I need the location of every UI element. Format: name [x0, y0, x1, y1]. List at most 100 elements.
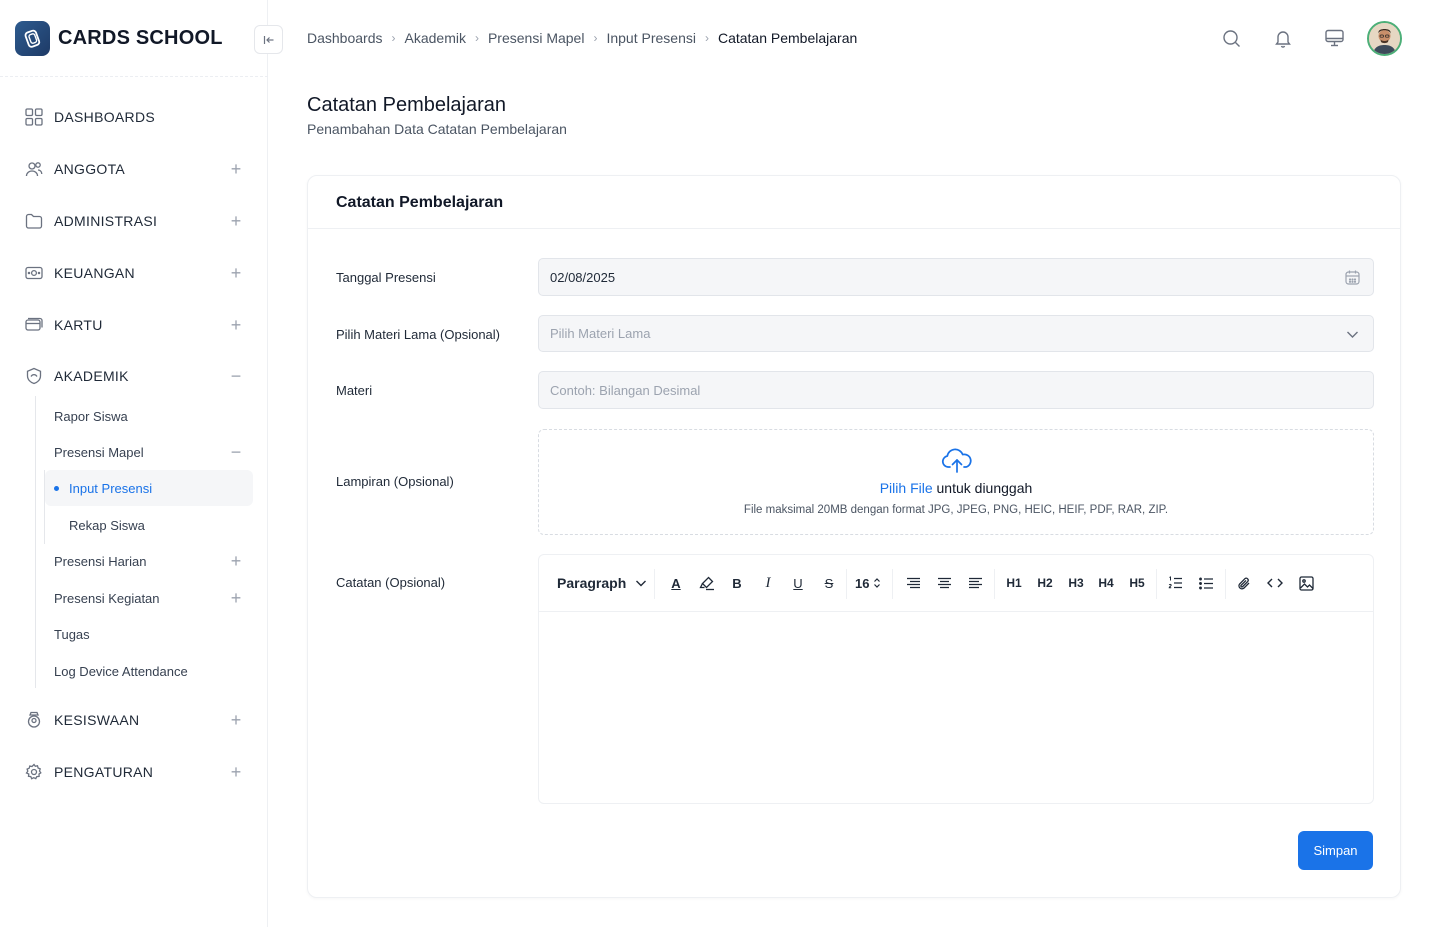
paragraph-select[interactable]: Paragraph [557, 573, 647, 593]
expand-icon[interactable]: + [228, 711, 244, 729]
editor-content-area[interactable] [539, 612, 1373, 803]
attach-link-button[interactable] [1235, 573, 1253, 593]
sidebar-item-anggota[interactable]: ANGGOTA + [24, 157, 246, 181]
chevron-right-icon: › [391, 31, 396, 45]
bold-button[interactable]: B [730, 573, 744, 593]
sidebar-subitem-label: Tugas [54, 626, 90, 642]
brand-divider [0, 76, 268, 77]
lampiran-label: Lampiran (Opsional) [336, 474, 454, 489]
breadcrumb-item[interactable]: Input Presensi [606, 30, 696, 46]
align-left-button[interactable] [904, 573, 922, 593]
sidebar-item-administrasi[interactable]: ADMINISTRASI + [24, 209, 246, 233]
paperclip-icon [1238, 577, 1250, 589]
bold-label: B [732, 575, 742, 591]
choose-file-link[interactable]: Pilih File [880, 480, 933, 496]
sidebar-subitem-label: Rekap Siswa [69, 517, 145, 533]
materi-input[interactable]: Contoh: Bilangan Desimal [538, 371, 1374, 409]
sidebar-subitem-rapor-siswa[interactable]: Rapor Siswa [54, 405, 246, 427]
heading-label: H5 [1129, 576, 1145, 590]
sidebar-item-kartu[interactable]: KARTU + [24, 313, 246, 337]
materi-placeholder: Contoh: Bilangan Desimal [550, 382, 701, 398]
save-button[interactable]: Simpan [1298, 831, 1373, 870]
cloud-upload-icon [941, 448, 973, 479]
breadcrumb-item[interactable]: Akademik [405, 30, 466, 46]
underline-button[interactable]: U [791, 573, 805, 593]
brand[interactable]: CARDS SCHOOL [15, 21, 223, 56]
toolbar-separator [892, 569, 893, 599]
rich-text-editor: Paragraph A B I U S 16 H1 H2 H3 H4 H5 [538, 554, 1374, 804]
form-card: Catatan Pembelajaran Tanggal Presensi 02… [307, 175, 1401, 898]
italic-button[interactable]: I [761, 573, 775, 593]
dropzone-text: Pilih File untuk diunggah [539, 480, 1373, 496]
ordered-list-button[interactable] [1166, 573, 1184, 593]
align-center-button[interactable] [935, 573, 953, 593]
sidebar-subitem-input-presensi[interactable]: Input Presensi [45, 470, 253, 506]
strikethrough-button[interactable]: S [822, 573, 836, 593]
bullet-list-button[interactable] [1197, 573, 1215, 593]
font-size-select[interactable]: 16 [855, 573, 881, 593]
sidebar-subitem-presensi-kegiatan[interactable]: Presensi Kegiatan + [54, 587, 246, 609]
expand-icon[interactable]: + [228, 264, 244, 282]
calendar-icon[interactable] [1345, 270, 1361, 286]
text-color-button[interactable]: A [668, 573, 684, 593]
sidebar-subitem-presensi-harian[interactable]: Presensi Harian + [54, 550, 246, 572]
materi-lama-select[interactable]: Pilih Materi Lama [538, 315, 1374, 352]
sidebar-item-dashboards[interactable]: DASHBOARDS [24, 105, 246, 129]
heading-label: H2 [1037, 576, 1053, 590]
expand-icon[interactable]: + [228, 160, 244, 178]
card-icon [24, 315, 44, 335]
sidebar-collapse-button[interactable] [254, 25, 283, 54]
align-right-button[interactable] [966, 573, 984, 593]
users-icon [24, 159, 44, 179]
sidebar-item-keuangan[interactable]: KEUANGAN + [24, 261, 246, 285]
sidebar-item-akademik[interactable]: AKADEMIK − [24, 364, 246, 388]
monitor-icon[interactable] [1324, 28, 1344, 48]
expand-icon[interactable]: + [228, 316, 244, 334]
highlight-button[interactable] [698, 573, 716, 593]
dropzone-text-suffix: untuk diunggah [932, 480, 1033, 496]
sidebar-item-kesiswaan[interactable]: KESISWAAN + [24, 708, 246, 732]
toolbar-separator [654, 569, 655, 599]
expand-icon[interactable]: + [228, 589, 244, 607]
sidebar-subitem-log-device-attendance[interactable]: Log Device Attendance [54, 660, 246, 682]
sidebar-subitem-label: Presensi Harian [54, 553, 147, 569]
heading-label: H4 [1098, 576, 1114, 590]
sidebar: CARDS SCHOOL DASHBOARDS ANGGOTA + ADMINI… [0, 0, 268, 927]
breadcrumb-item[interactable]: Presensi Mapel [488, 30, 585, 46]
page-title: Catatan Pembelajaran [307, 94, 507, 116]
strikethrough-label: S [824, 575, 834, 591]
heading-5-button[interactable]: H5 [1127, 573, 1147, 593]
expand-icon[interactable]: + [228, 212, 244, 230]
sidebar-subitem-rekap-siswa[interactable]: Rekap Siswa [45, 507, 253, 543]
bell-icon[interactable] [1273, 28, 1293, 48]
breadcrumb-item[interactable]: Dashboards [307, 30, 383, 46]
materi-lama-placeholder: Pilih Materi Lama [550, 326, 651, 341]
underline-label: U [793, 575, 803, 591]
avatar[interactable] [1367, 21, 1402, 56]
card-divider [308, 228, 1400, 229]
search-icon[interactable] [1221, 28, 1241, 48]
heading-label: H3 [1068, 576, 1084, 590]
expand-icon[interactable]: + [228, 552, 244, 570]
heading-4-button[interactable]: H4 [1096, 573, 1116, 593]
collapse-icon[interactable]: − [228, 367, 244, 385]
tanggal-presensi-value: 02/08/2025 [550, 269, 616, 285]
sidebar-subitem-tugas[interactable]: Tugas [54, 623, 246, 645]
heading-3-button[interactable]: H3 [1066, 573, 1086, 593]
sidebar-subitem-presensi-mapel[interactable]: Presensi Mapel − [54, 441, 246, 463]
chevron-right-icon: › [474, 31, 479, 45]
materi-label: Materi [336, 383, 373, 398]
academic-icon [24, 366, 44, 386]
breadcrumb-current: Catatan Pembelajaran [717, 30, 858, 46]
expand-icon[interactable]: + [228, 763, 244, 781]
breadcrumb: Dashboards › Akademik › Presensi Mapel ›… [307, 30, 857, 46]
sidebar-item-pengaturan[interactable]: PENGATURAN + [24, 760, 246, 784]
submenu-guide-line [35, 396, 36, 688]
collapse-icon[interactable]: − [228, 443, 244, 461]
code-button[interactable] [1266, 573, 1284, 593]
file-dropzone[interactable]: Pilih File untuk diunggah File maksimal … [538, 429, 1374, 535]
insert-image-button[interactable] [1297, 573, 1315, 593]
heading-1-button[interactable]: H1 [1004, 573, 1024, 593]
heading-2-button[interactable]: H2 [1035, 573, 1055, 593]
tanggal-presensi-input[interactable]: 02/08/2025 [538, 258, 1374, 296]
